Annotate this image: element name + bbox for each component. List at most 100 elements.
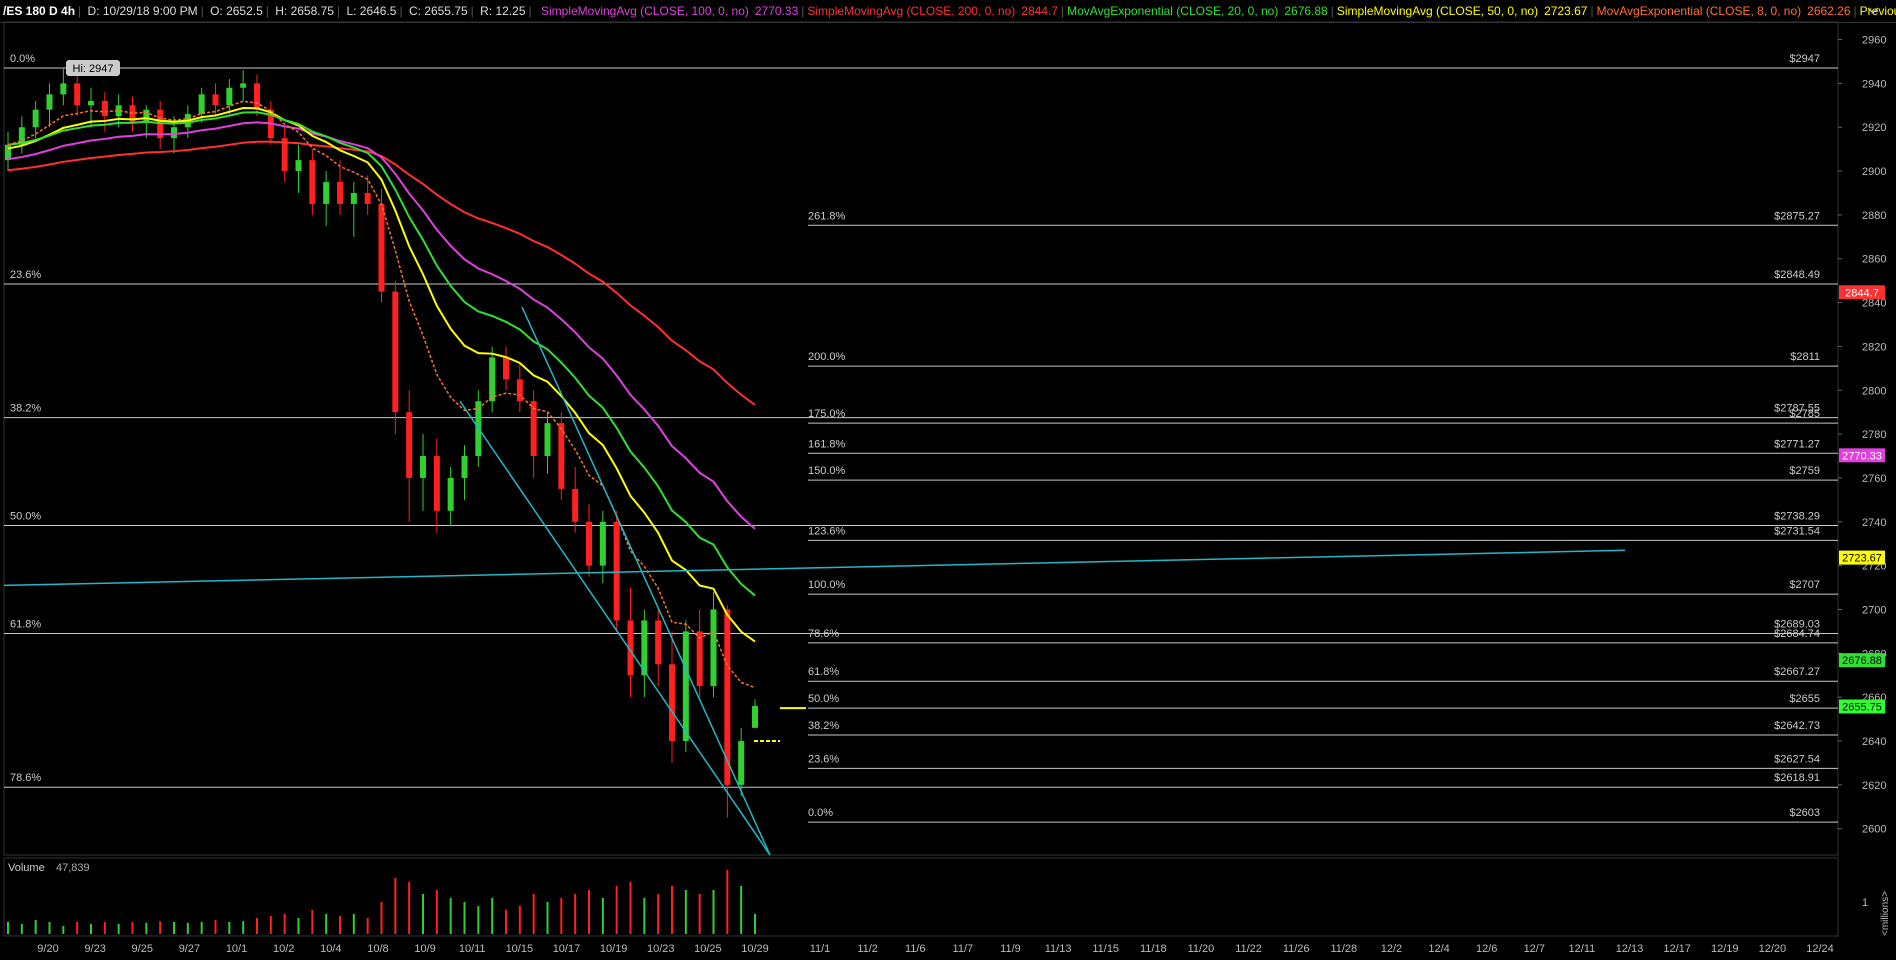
candle-body [212,94,219,106]
candle-body [406,412,413,478]
x-tick-label: 11/26 [1283,943,1310,955]
volume-axis-unit: <millions> [1880,891,1891,936]
fib-extension-price: $2811 [1790,351,1820,363]
fib-extension-price: $2642.73 [1774,720,1820,732]
candle-body [295,160,302,172]
x-tick-label: 10/11 [459,943,486,955]
fib-retracement-price: $2848.49 [1774,269,1820,281]
channel-upper [521,306,771,856]
x-tick-label: 11/13 [1045,943,1072,955]
candle-body [171,127,177,139]
candle-body [60,83,67,95]
fib-extension-label: 261.8% [808,210,846,222]
x-tick-label: 9/20 [37,943,58,955]
fib-extension-price: $2759 [1789,465,1820,477]
candle-body [364,192,371,204]
candle-body [392,291,399,413]
candle-body [724,609,731,785]
x-tick-label: 9/27 [179,943,200,955]
fib-retracement-label: 61.8% [10,619,41,631]
price-chart[interactable]: 2600262026402660268027002720274027602780… [0,0,1896,960]
x-tick-label: 12/24 [1806,943,1834,955]
candle-body [461,456,468,478]
y-tick-label: 2780 [1862,429,1886,441]
fib-extension-price: $2785 [1789,408,1820,420]
candle-body [489,357,496,402]
y-tick-label: 2860 [1862,254,1886,266]
fib-extension-label: 123.6% [808,525,846,537]
candle-body [254,83,260,110]
y-tick-label: 2700 [1862,604,1886,616]
x-tick-label: 12/20 [1759,943,1787,955]
candle-body [530,401,537,457]
x-tick-label: 12/13 [1616,943,1644,955]
price-panel-frame [3,21,1839,856]
volume-value: 47,839 [56,862,90,874]
candle-body [420,456,426,478]
x-tick-label: 11/2 [857,943,878,955]
fib-extension-price: $2875.27 [1774,210,1820,222]
candle-body [433,456,440,511]
study-price-badge-label: 2655.75 [1842,701,1882,713]
fib-extension-label: 0.0% [808,807,833,819]
volume-axis-tick: 1 [1862,897,1868,909]
x-tick-label: 11/9 [1000,943,1021,955]
fib-extension-label: 78.6% [808,628,839,640]
fib-retracement-price: $2618.91 [1774,772,1820,784]
fib-extension-label: 23.6% [808,753,839,765]
x-tick-label: 9/25 [132,943,153,955]
fib-retracement-price: $2738.29 [1774,511,1820,523]
volume-label: Volume [8,862,45,874]
y-tick-label: 2840 [1862,298,1886,310]
fib-extension-label: 150.0% [808,465,846,477]
x-tick-label: 10/29 [741,943,769,955]
candle-body [74,83,81,106]
fib-extension-price: $2707 [1789,579,1820,591]
x-tick-label: 11/7 [953,943,974,955]
candle-body [544,423,551,457]
x-tick-label: 10/2 [273,943,294,955]
candle-body [46,94,53,110]
fib-extension-price: $2627.54 [1774,753,1820,765]
x-tick-label: 11/18 [1140,943,1167,955]
x-tick-label: 12/6 [1476,943,1497,955]
fib-extension-price: $2684.74 [1774,628,1820,640]
y-tick-label: 2640 [1862,736,1886,748]
x-tick-label: 10/4 [320,943,341,955]
candle-body [738,741,745,785]
fib-extension-label: 161.8% [808,438,846,450]
candle-body [682,631,689,742]
candle-body [32,109,39,128]
y-tick-label: 2620 [1862,780,1886,792]
x-tick-label: 11/6 [905,943,926,955]
fib-retracement-label: 78.6% [10,772,41,784]
fib-extension-label: 50.0% [808,693,839,705]
fib-extension-price: $2667.27 [1774,666,1820,678]
study-price-badge-label: 2723.67 [1842,553,1882,565]
hi-badge-label: Hi: 2947 [73,63,114,75]
candle-body [572,488,579,522]
study-price-badge-label: 2844.7 [1845,287,1879,299]
candle-body [586,521,592,566]
x-tick-label: 12/17 [1663,943,1691,955]
x-tick-label: 12/4 [1428,943,1449,955]
y-tick-label: 2600 [1862,824,1886,836]
candle-body [503,357,509,380]
fib-extension-label: 100.0% [808,579,846,591]
fib-retracement-label: 38.2% [10,403,41,415]
x-tick-label: 11/22 [1235,943,1262,955]
candle-body [350,192,357,204]
x-tick-label: 12/19 [1711,943,1739,955]
fib-extension-price: $2603 [1789,807,1820,819]
y-tick-label: 2960 [1862,35,1886,47]
study-price-badge-label: 2770.33 [1842,450,1882,462]
candle-body [613,521,620,621]
candle-body [710,609,717,687]
x-tick-label: 10/1 [226,943,247,955]
y-tick-label: 2820 [1862,341,1886,353]
x-tick-label: 12/11 [1569,943,1596,955]
y-tick-label: 2740 [1862,517,1886,529]
x-tick-label: 10/17 [553,943,581,955]
candle-body [599,521,606,566]
y-tick-label: 2920 [1862,122,1886,134]
